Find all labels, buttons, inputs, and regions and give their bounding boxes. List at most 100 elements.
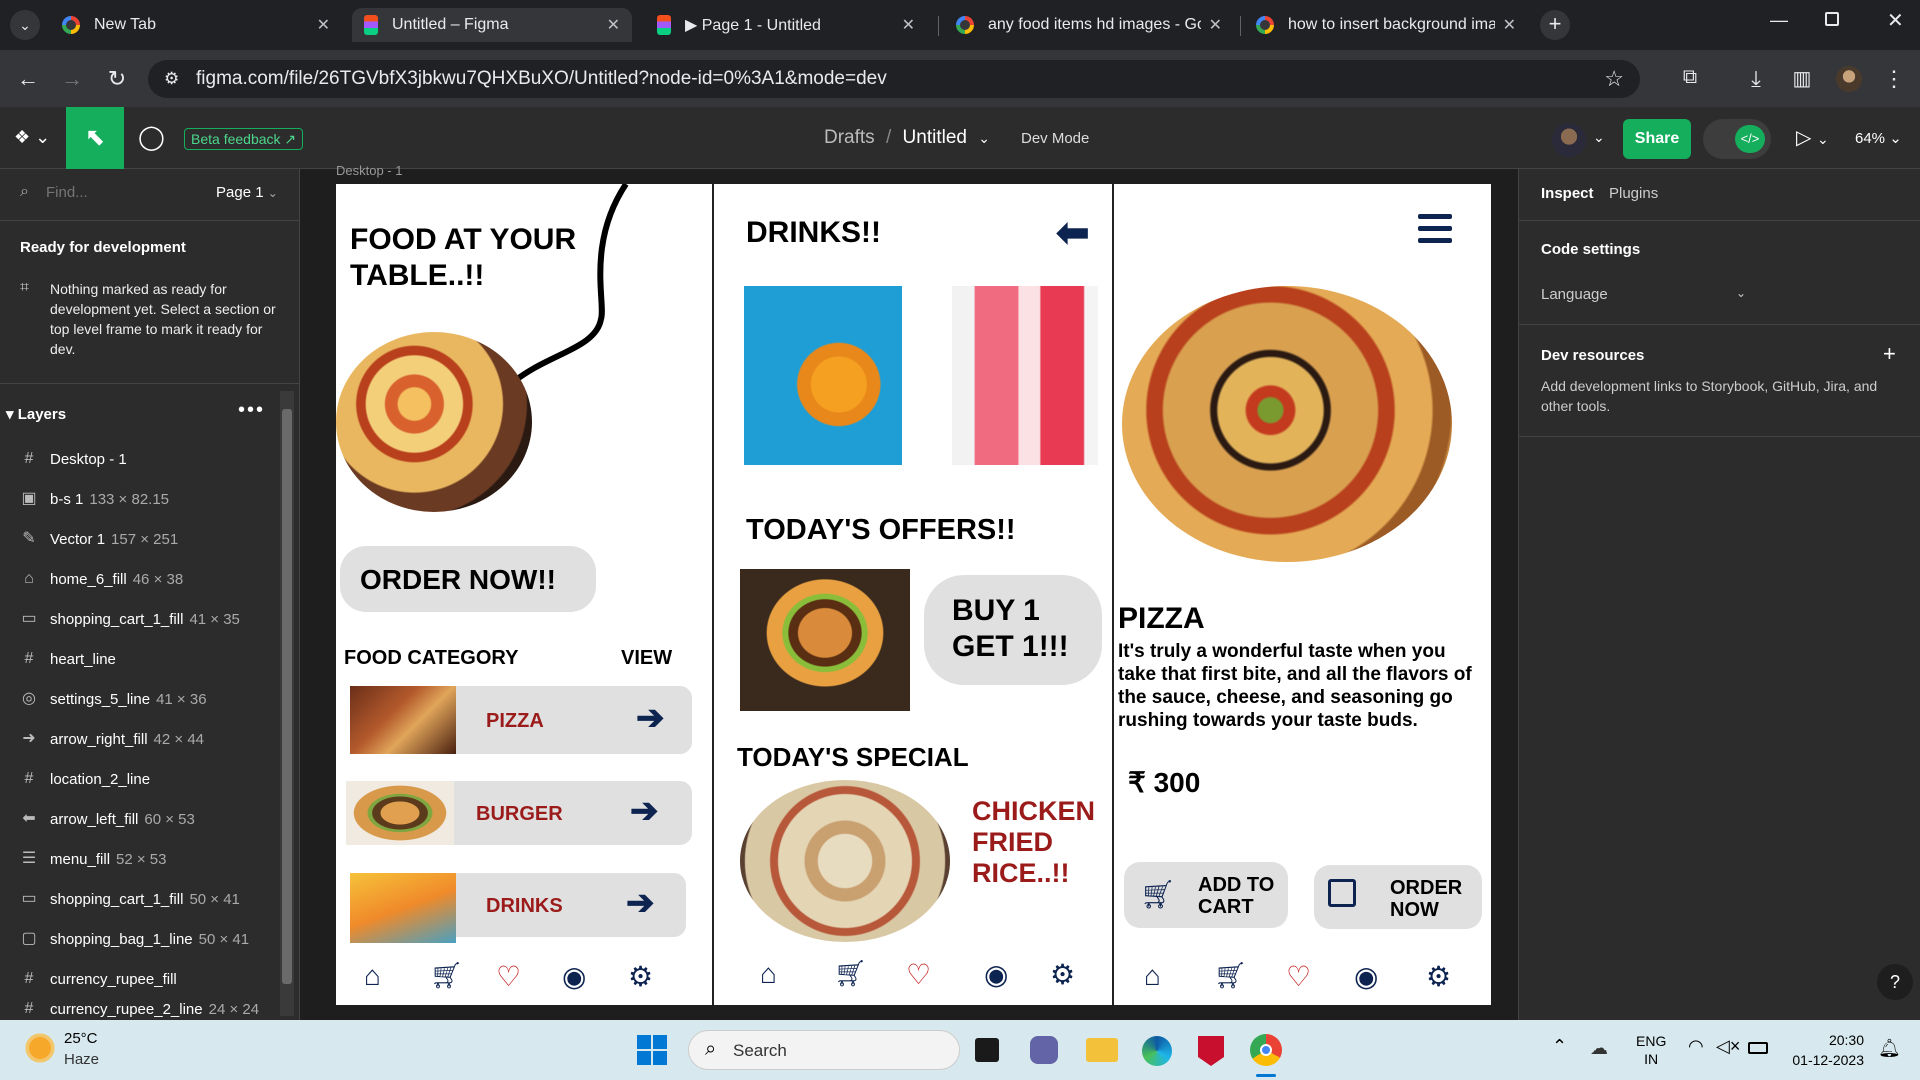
present-button[interactable]: ▷ ⌄ xyxy=(1796,125,1829,150)
minimize-button[interactable]: — xyxy=(1770,10,1788,31)
more-options-icon[interactable]: ••• xyxy=(238,399,265,422)
add-resource-icon[interactable]: + xyxy=(1883,341,1896,367)
task-view-icon[interactable] xyxy=(975,1038,999,1062)
breadcrumb-drafts[interactable]: Drafts xyxy=(824,127,875,148)
zoom-menu[interactable]: 64% ⌄ xyxy=(1855,129,1902,147)
multiplayer-avatar[interactable] xyxy=(1552,123,1586,157)
chevron-up-icon[interactable]: ⌃ xyxy=(1552,1036,1567,1057)
tab-figma-untitled[interactable]: Untitled – Figma ✕ xyxy=(352,8,632,42)
url-bar[interactable]: ⚙ figma.com/file/26TGVbfX3jbkwu7QHXBuXO/… xyxy=(148,60,1640,98)
move-tool-button[interactable]: ⬉ xyxy=(66,107,124,169)
layer-row[interactable]: # Desktop - 1 xyxy=(20,439,280,479)
frame-label[interactable]: Desktop - 1 xyxy=(336,163,402,178)
side-panel-icon[interactable]: ▥ xyxy=(1788,66,1816,91)
view-all-link[interactable]: VIEW xyxy=(621,647,672,670)
location-icon[interactable]: ◉ xyxy=(562,960,586,993)
help-button[interactable]: ? xyxy=(1877,964,1913,1000)
layer-row[interactable]: # currency_rupee_2_line 24 × 24 xyxy=(20,999,280,1019)
layer-row[interactable]: ⌂ home_6_fill 46 × 38 xyxy=(20,559,280,599)
comment-tool-button[interactable]: ◯ xyxy=(138,123,165,152)
beta-feedback-button[interactable]: Beta feedback ↗ xyxy=(184,128,304,150)
language-select[interactable]: Language ⌄ xyxy=(1541,286,1746,303)
notification-bell-icon[interactable]: 🔔︎ xyxy=(1878,1038,1901,1059)
category-burger[interactable]: BURGER ➔ xyxy=(346,781,692,845)
teams-icon[interactable] xyxy=(1030,1036,1058,1064)
chrome-taskbar-icon[interactable] xyxy=(1250,1034,1282,1066)
share-button[interactable]: Share xyxy=(1623,119,1691,159)
close-icon[interactable]: ✕ xyxy=(1209,15,1222,35)
layer-row[interactable]: ▣ b-s 1 133 × 82.15 xyxy=(20,479,280,519)
order-now-product-button[interactable]: ORDER NOW xyxy=(1314,865,1482,929)
layer-row[interactable]: # heart_line xyxy=(20,639,280,679)
more-menu-icon[interactable]: ⋮ xyxy=(1880,66,1908,92)
heart-icon[interactable]: ♡ xyxy=(1286,960,1311,993)
layer-row[interactable]: ➜ arrow_right_fill 42 × 44 xyxy=(20,719,280,759)
layer-row[interactable]: ▭ shopping_cart_1_fill 50 × 41 xyxy=(20,879,280,919)
location-icon[interactable]: ◉ xyxy=(1354,960,1378,993)
layer-row[interactable]: ▭ shopping_cart_1_fill 41 × 35 xyxy=(20,599,280,639)
file-name[interactable]: Untitled xyxy=(903,127,967,148)
scrollbar-thumb[interactable] xyxy=(282,409,292,984)
heart-icon[interactable]: ♡ xyxy=(496,960,521,993)
edge-icon[interactable] xyxy=(1142,1036,1172,1066)
layers-scrollbar[interactable] xyxy=(280,391,294,1016)
taskbar-search[interactable]: ⌕ Search xyxy=(688,1030,960,1070)
cart-icon[interactable]: 🛒︎ xyxy=(1214,960,1247,991)
back-arrow-icon[interactable]: ⬅ xyxy=(1056,210,1090,256)
layer-row[interactable]: ✎ Vector 1 157 × 251 xyxy=(20,519,280,559)
layers-header[interactable]: ▾ Layers xyxy=(6,405,66,423)
tab-figma-page[interactable]: ▶ Page 1 - Untitled ✕ xyxy=(645,8,927,42)
heart-icon[interactable]: ♡ xyxy=(906,958,931,991)
layer-row[interactable]: ◎ settings_5_line 41 × 36 xyxy=(20,679,280,719)
page-selector[interactable]: Page 1 ⌄ xyxy=(216,184,278,201)
weather-icon[interactable] xyxy=(22,1032,58,1064)
start-button[interactable] xyxy=(637,1035,667,1065)
volume-muted-icon[interactable]: ◁× xyxy=(1716,1036,1740,1057)
profile-avatar[interactable] xyxy=(1836,66,1862,92)
close-icon[interactable]: ✕ xyxy=(1503,15,1516,35)
cart-icon[interactable]: 🛒︎ xyxy=(834,958,867,989)
offer-badge[interactable]: BUY 1 GET 1!!! xyxy=(924,575,1102,685)
layer-row[interactable]: # location_2_line xyxy=(20,759,280,799)
close-icon[interactable]: ✕ xyxy=(317,15,330,35)
clock[interactable]: 20:30 01-12-2023 xyxy=(1780,1030,1864,1070)
layer-row[interactable]: ☰ menu_fill 52 × 53 xyxy=(20,839,280,879)
restore-button[interactable] xyxy=(1825,12,1839,26)
tab-inspect[interactable]: Inspect xyxy=(1541,185,1594,202)
extensions-icon[interactable]: ⧉ xyxy=(1676,66,1704,89)
tab-search-button[interactable]: ⌄ xyxy=(10,10,40,40)
reload-icon[interactable]: ↻ xyxy=(103,66,131,92)
chevron-down-icon[interactable]: ⌄ xyxy=(1593,129,1605,146)
figma-main-menu[interactable]: ❖ ⌄ xyxy=(14,127,50,148)
home-icon[interactable]: ⌂ xyxy=(364,960,381,992)
back-icon[interactable]: ← xyxy=(14,66,42,92)
tab-google-food[interactable]: any food items hd images - Goo ✕ xyxy=(944,8,1234,42)
category-pizza[interactable]: PIZZA ➔ xyxy=(350,686,692,754)
tab-plugins[interactable]: Plugins xyxy=(1609,185,1658,202)
settings-icon[interactable]: ⚙ xyxy=(628,960,653,993)
chevron-down-icon[interactable]: ⌄ xyxy=(978,130,990,146)
forward-icon[interactable]: → xyxy=(58,66,86,92)
close-icon[interactable]: ✕ xyxy=(902,15,915,35)
download-icon[interactable]: ⤓ xyxy=(1742,66,1770,92)
close-icon[interactable]: ✕ xyxy=(607,15,620,35)
desktop-frame[interactable]: FOOD AT YOUR TABLE..!! ORDER NOW!! FOOD … xyxy=(336,184,1491,1005)
dev-mode-toggle[interactable]: </> xyxy=(1703,119,1771,159)
language-indicator[interactable]: ENG IN xyxy=(1636,1032,1666,1068)
new-tab-button[interactable]: + xyxy=(1540,10,1570,40)
location-icon[interactable]: ◉ xyxy=(984,958,1008,991)
tab-new-tab[interactable]: New Tab ✕ xyxy=(50,8,342,42)
category-drinks[interactable]: DRINKS ➔ xyxy=(350,873,686,943)
bookmark-star-icon[interactable]: ☆ xyxy=(1604,60,1624,98)
battery-icon[interactable] xyxy=(1748,1042,1768,1054)
file-explorer-icon[interactable] xyxy=(1086,1038,1118,1062)
layer-row[interactable]: # currency_rupee_fill xyxy=(20,959,280,999)
wifi-icon[interactable]: ◠ xyxy=(1688,1036,1704,1057)
settings-icon[interactable]: ⚙ xyxy=(1050,958,1075,991)
close-window-button[interactable]: ✕ xyxy=(1887,8,1904,33)
layer-row[interactable]: ▢ shopping_bag_1_line 50 × 41 xyxy=(20,919,280,959)
order-now-button[interactable]: ORDER NOW!! xyxy=(340,546,596,612)
home-icon[interactable]: ⌂ xyxy=(1144,960,1161,992)
menu-icon[interactable] xyxy=(1418,214,1452,244)
settings-icon[interactable]: ⚙ xyxy=(1426,960,1451,993)
